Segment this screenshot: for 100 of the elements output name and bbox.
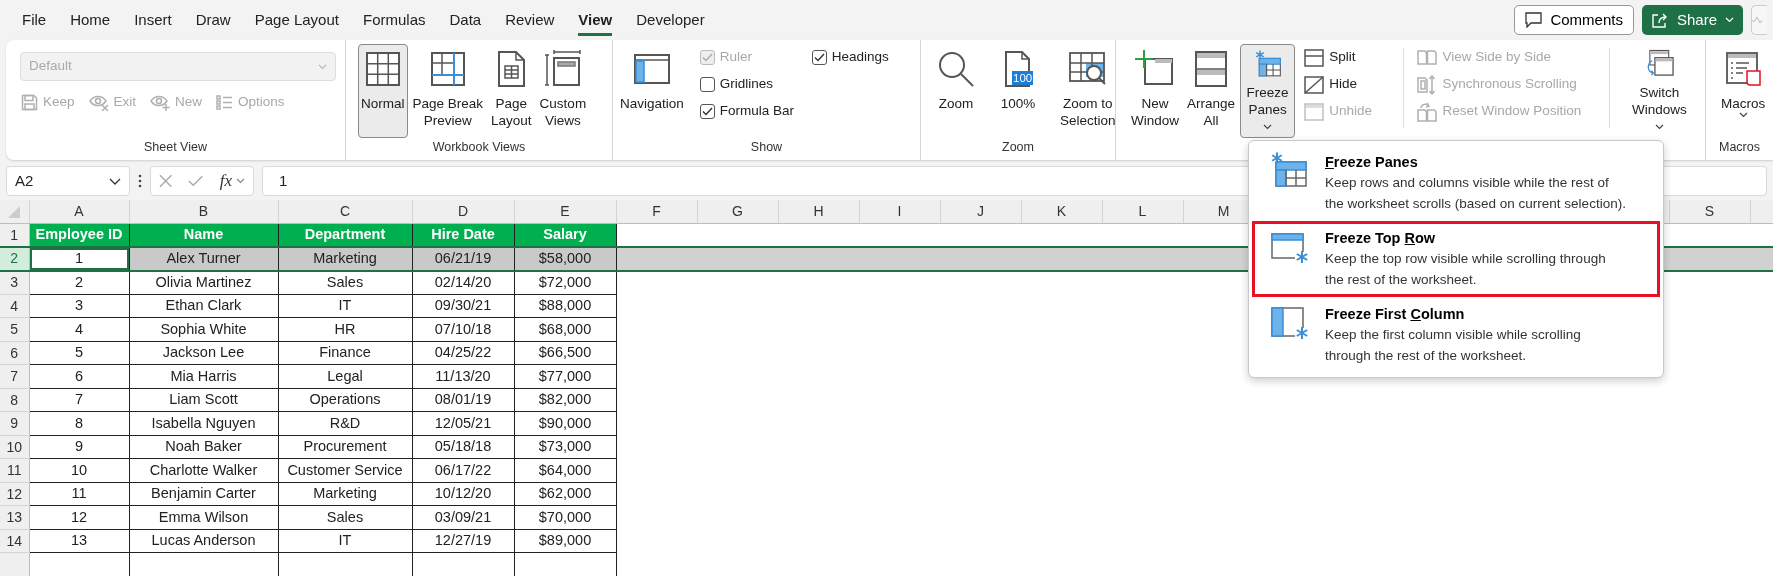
comments-button[interactable]: Comments [1514,5,1634,35]
zoom-to-selection-button[interactable]: Zoom to Selection [1057,44,1119,138]
checkbox[interactable] [699,104,715,119]
column-header[interactable]: H [778,200,859,224]
checkbox[interactable] [699,77,715,92]
row-header[interactable]: 8 [0,388,29,412]
ribbon-tab[interactable]: Home [58,4,123,36]
navigation-button[interactable]: Navigation [617,44,687,138]
row-header[interactable]: 1 [0,223,29,247]
column-header[interactable]: B [129,200,278,224]
page-break-preview-button[interactable]: Page Break Preview [409,44,487,138]
table-cell: 12/27/19 [412,529,514,553]
row-header[interactable]: 7 [0,364,29,389]
row-header[interactable]: 3 [0,270,29,295]
menu-item[interactable]: Freeze Top Row Keep the top row visible while scrolling through the rest of the worksheet. [1252,221,1660,297]
table-cell: 11 [29,482,129,506]
insert-function-button[interactable]: fx [219,168,232,194]
caret-icon [236,178,245,184]
custom-views-button[interactable]: Custom Views [536,44,590,138]
table-cell: 13 [29,529,129,553]
search-icon [936,49,976,89]
row-header[interactable]: 5 [0,317,29,342]
name-box[interactable]: A2 [6,166,130,196]
table-cell: 09/30/21 [412,294,514,318]
freeze-panes-button[interactable]: Freeze Panes [1240,44,1296,138]
table-cell: 7 [29,388,129,412]
normal-view-button[interactable]: Normal [358,44,408,138]
table-cell: $89,000 [514,529,616,553]
macros-button[interactable]: Macros [1718,44,1769,138]
table-cell: Procurement [278,435,412,459]
table-cell: $88,000 [514,294,616,318]
row-header[interactable]: 4 [0,294,29,318]
row-header[interactable]: 6 [0,341,29,365]
table-cell: 3 [29,294,129,318]
checkbox[interactable] [811,50,827,65]
table-cell: Customer Service [278,458,412,483]
table-cell: Jackson Lee [129,341,278,365]
row-header[interactable]: 12 [0,482,29,506]
row-header[interactable]: 2 [0,247,29,271]
zoom-100-button[interactable]: 100 100% [995,44,1041,138]
column-header[interactable]: E [514,200,616,224]
ribbon-tab[interactable]: Data [437,4,494,36]
freeze-grid-icon [1269,152,1309,188]
ribbon-tab[interactable]: Developer [624,4,717,36]
ribbon-tab[interactable]: Draw [183,4,243,36]
column-header[interactable]: S [1669,200,1750,224]
table-cell: 11/13/20 [412,364,514,389]
column-header[interactable]: G [697,200,778,224]
table-cell: Benjamin Carter [129,482,278,506]
column-header[interactable]: L [1102,200,1183,224]
share-button[interactable]: Share [1641,5,1743,35]
group-label: Show [749,139,784,156]
column-header[interactable]: K [1021,200,1102,224]
table-cell: Sophia White [129,317,278,342]
hide-button[interactable]: Hide [1301,71,1398,98]
pulse-icon [1752,15,1762,25]
column-header[interactable]: F [616,200,697,224]
arrange-all-button[interactable]: Arrange All [1184,44,1239,138]
table-cell: Liam Scott [129,388,278,412]
table-cell: $62,000 [514,482,616,506]
ribbon-tab[interactable]: Insert [122,4,184,36]
caret-icon [1655,124,1664,131]
ribbon-tab[interactable]: Formulas [350,4,438,36]
row-header[interactable]: 14 [0,529,29,553]
column-header[interactable]: D [412,200,514,224]
table-cell: $68,000 [514,317,616,342]
column-header[interactable]: I [859,200,940,224]
table-cell: Finance [278,341,412,365]
caret-icon [318,63,327,70]
table-cell: $70,000 [514,505,616,530]
table-cell: Emma Wilson [129,505,278,530]
table-cell: 6 [29,364,129,389]
page-layout-button[interactable]: Page Layout [488,44,535,138]
row-header[interactable]: 9 [0,411,29,436]
table-cell: $90,000 [514,411,616,436]
column-header[interactable]: A [29,200,129,224]
column-heading: Salary [514,223,616,247]
hide-window-icon [1304,75,1325,94]
table-cell: Isabella Nguyen [129,411,278,436]
new-window-button[interactable]: New Window [1128,44,1182,138]
zoom-button[interactable]: Zoom [933,44,979,138]
close-icon [159,174,173,188]
switch-windows-button[interactable]: Switch Windows [1618,44,1701,138]
sync-scroll-icon [1417,74,1438,95]
column-header[interactable]: C [278,200,412,224]
table-cell: Sales [278,270,412,295]
row-header[interactable]: 13 [0,505,29,530]
row-header[interactable]: 10 [0,435,29,459]
split-button[interactable]: Split [1301,44,1398,71]
save-icon [21,94,38,111]
ribbon-tab[interactable]: File [10,4,59,36]
list-icon [216,94,234,111]
table-cell: HR [278,317,412,342]
menu-item[interactable]: Freeze First Column Keep the first column visible while scrolling through the rest of the worksheet. [1252,297,1660,373]
ribbon-tab[interactable]: Page Layout [242,4,351,36]
table-cell: Noah Baker [129,435,278,459]
ribbon-tab[interactable]: Review [493,4,567,36]
column-header[interactable]: J [940,200,1021,224]
table-cell: $73,000 [514,435,616,459]
row-header[interactable]: 11 [0,458,29,483]
